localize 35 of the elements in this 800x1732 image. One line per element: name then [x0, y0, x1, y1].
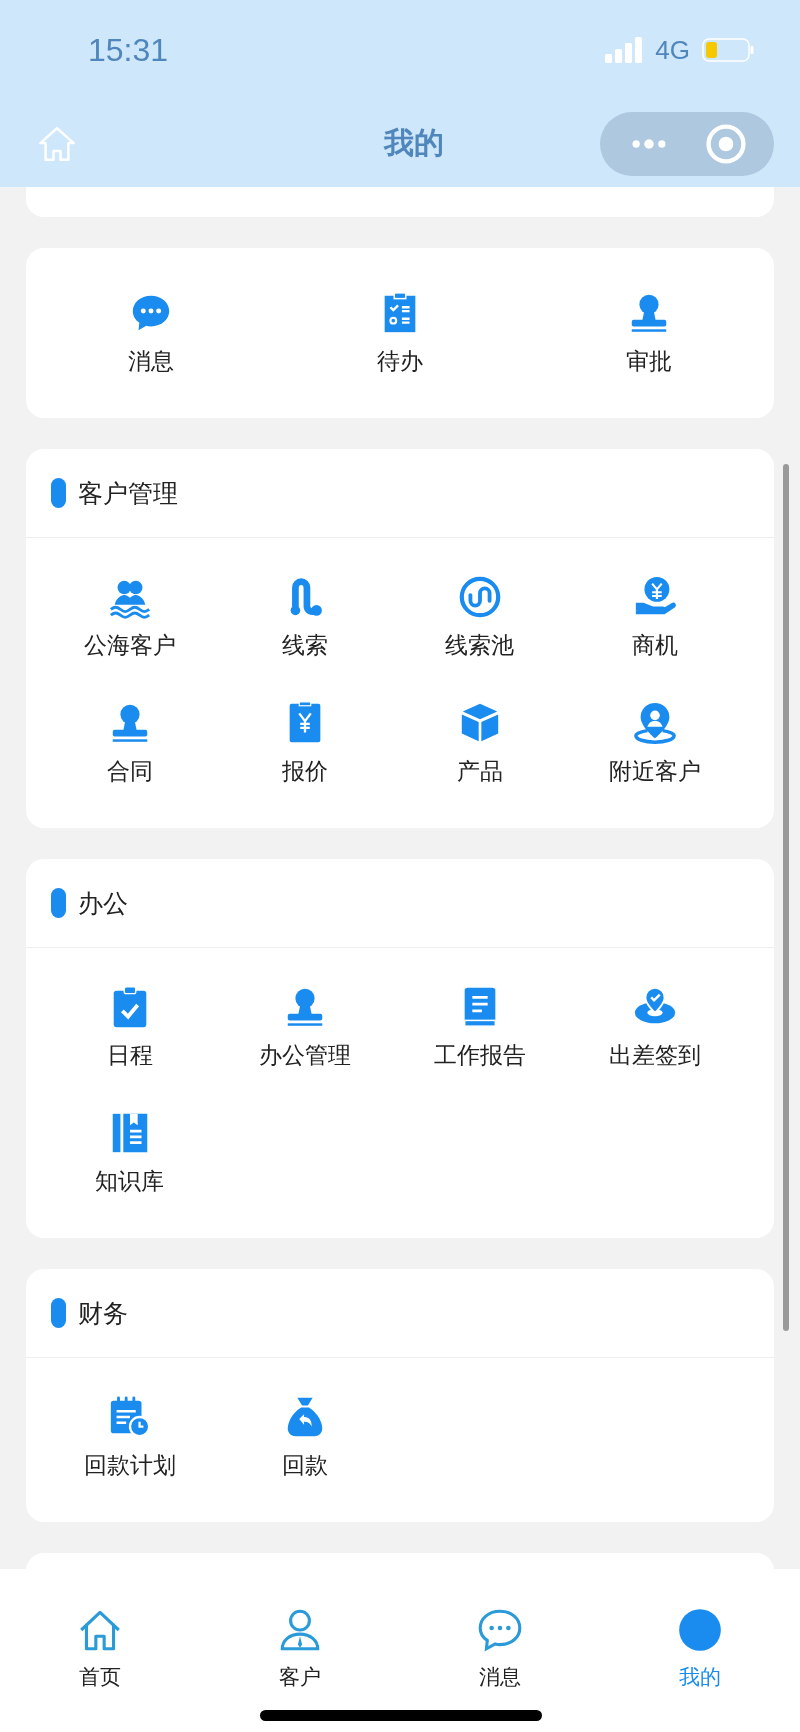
menu-item-label[interactable]: 日程	[106, 1040, 153, 1070]
menu-item-label[interactable]: 回款	[281, 1450, 328, 1480]
section-title: 办公	[78, 887, 128, 920]
menu-item-label[interactable]: 线索池	[445, 630, 514, 660]
menu-item-label[interactable]: 回款计划	[83, 1450, 176, 1480]
scrollbar[interactable]	[783, 464, 789, 1331]
quick-action-label[interactable]: 消息	[127, 346, 174, 376]
section-marker	[51, 1298, 66, 1328]
section-marker	[51, 478, 66, 508]
close-target-icon[interactable]	[703, 121, 748, 166]
menu-item-label[interactable]: 知识库	[95, 1166, 164, 1196]
menu-item-label[interactable]: 线索	[281, 630, 328, 660]
network-label: 4G	[655, 34, 690, 66]
menu-item-label[interactable]: 产品	[456, 756, 503, 786]
tab-bar-item[interactable]: 首页	[0, 1605, 200, 1691]
tab-bar-item[interactable]: 消息	[400, 1605, 600, 1691]
menu-item-label[interactable]: 合同	[106, 756, 153, 786]
menu-item-label[interactable]: 工作报告	[433, 1040, 526, 1070]
menu-item-label[interactable]: 附近客户	[608, 756, 701, 786]
quick-action-label[interactable]: 待办	[377, 346, 423, 376]
page-title: 我的	[382, 124, 445, 162]
quick-action-label[interactable]: 审批	[626, 346, 673, 376]
menu-item-label[interactable]: 出差签到	[608, 1040, 701, 1070]
menu-item-label[interactable]: 公海客户	[83, 630, 176, 660]
menu-item-label[interactable]: 办公管理	[258, 1040, 351, 1070]
status-time: 15:31	[88, 31, 170, 69]
menu-item-label[interactable]: 报价	[281, 756, 328, 786]
tab-bar-item[interactable]: 客户	[200, 1605, 400, 1691]
section-title: 财务	[78, 1297, 128, 1330]
menu-item-label[interactable]: 商机	[631, 630, 678, 660]
location-person-icon	[631, 700, 678, 746]
battery-icon	[702, 38, 754, 62]
section-marker	[51, 888, 66, 918]
section-title: 客户管理	[78, 477, 178, 510]
tab-bar-item[interactable]: 我的	[600, 1605, 800, 1691]
